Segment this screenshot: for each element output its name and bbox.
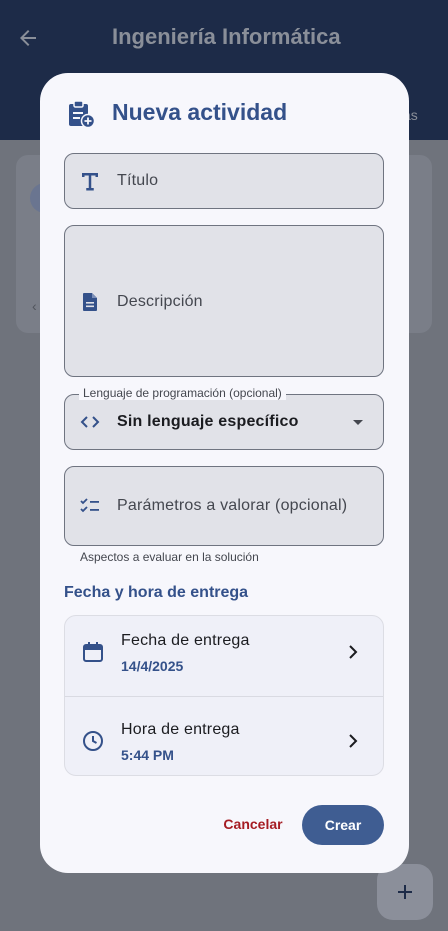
due-time-row[interactable]: Hora de entrega 5:44 PM: [65, 696, 383, 775]
chevron-left-icon: ‹: [32, 298, 37, 314]
new-activity-dialog: Nueva actividad Título Descripción Lengu…: [40, 73, 409, 873]
due-time-value: 5:44 PM: [121, 747, 174, 763]
due-datetime-card: Fecha de entrega 14/4/2025 Hora de entre…: [64, 615, 384, 776]
parameters-helper-text: Aspectos a evaluar en la solución: [80, 550, 259, 564]
parameters-input[interactable]: Parámetros a valorar (opcional): [64, 466, 384, 546]
chevron-right-icon: [349, 645, 358, 659]
description-placeholder: Descripción: [117, 293, 203, 310]
parameters-placeholder: Parámetros a valorar (opcional): [117, 497, 348, 514]
due-date-value: 14/4/2025: [121, 658, 184, 674]
language-label: Lenguaje de programación (opcional): [79, 386, 286, 400]
dialog-title: Nueva actividad: [112, 99, 288, 125]
text-fields-icon: [79, 170, 101, 192]
checklist-icon: [79, 495, 101, 517]
description-input[interactable]: Descripción: [64, 225, 384, 377]
title-input[interactable]: Título: [64, 153, 384, 209]
due-section-title: Fecha y hora de entrega: [64, 584, 249, 601]
plus-icon: [398, 885, 412, 899]
language-dropdown[interactable]: Lenguaje de programación (opcional) Sin …: [64, 386, 384, 450]
due-date-label: Fecha de entrega: [121, 632, 250, 649]
cancel-button[interactable]: Cancelar: [208, 804, 298, 844]
assignment-add-icon: [69, 100, 96, 129]
calendar-icon: [83, 642, 103, 662]
dropdown-arrow-icon: [353, 420, 363, 425]
due-time-label: Hora de entrega: [121, 721, 240, 738]
create-button[interactable]: Crear: [302, 805, 384, 845]
description-icon: [79, 291, 101, 313]
app-title: Ingeniería Informática: [112, 24, 341, 49]
back-arrow-icon[interactable]: [16, 26, 40, 50]
language-value: Sin lenguaje específico: [117, 413, 299, 430]
due-date-row[interactable]: Fecha de entrega 14/4/2025: [65, 616, 383, 696]
clock-icon: [83, 731, 103, 751]
title-placeholder: Título: [117, 172, 159, 189]
chevron-right-icon: [349, 734, 358, 748]
code-icon: [79, 411, 101, 433]
